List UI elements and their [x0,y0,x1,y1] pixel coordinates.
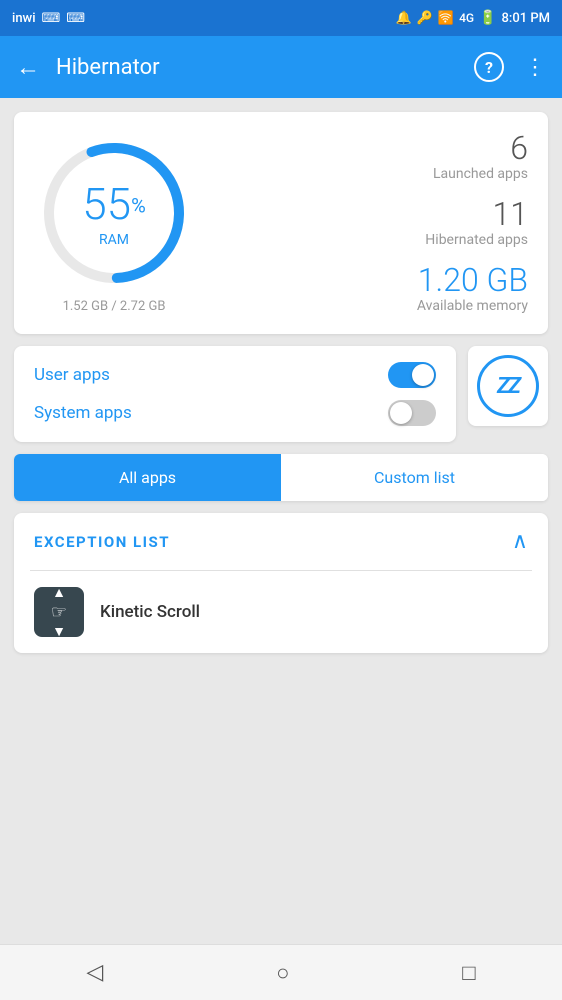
signal-label: 4G [459,11,474,25]
available-memory-value: 1.20 GB [417,264,528,296]
carrier-label: inwi [12,11,36,26]
exception-title: Exception List [34,533,170,551]
main-content: 55% RAM 1.52 GB / 2.72 GB 6 Launched app… [0,98,562,944]
kinetic-scroll-item: ▲ ☞ ▼ Kinetic Scroll [14,571,548,653]
back-button[interactable]: ← [16,53,40,82]
available-memory-label: Available memory [417,298,528,314]
system-apps-label: System apps [34,403,132,423]
circle-center: 55% RAM [82,178,145,248]
wifi-icon: 🛜 [438,11,454,26]
launched-count: 6 [433,132,528,164]
status-bar: inwi ⌨ ⌨ 🔔 🔑 🛜 4G 🔋 8:01 PM [0,0,562,36]
kinetic-scroll-label: Kinetic Scroll [100,602,200,622]
app-bar-actions: ? ⋮ [474,52,546,82]
all-apps-tab[interactable]: All apps [14,454,281,501]
sleep-icon: ZZ [477,355,539,417]
toggle-card: User apps System apps [14,346,456,442]
app-bar: ← Hibernator ? ⋮ [0,36,562,98]
user-apps-toggle[interactable] [388,362,436,388]
system-apps-toggle[interactable] [388,400,436,426]
exception-card: Exception List ∧ ▲ ☞ ▼ Kinetic Scroll [14,513,548,653]
tab-bar: All apps Custom list [14,454,548,501]
custom-list-tab[interactable]: Custom list [281,454,548,501]
stats-card: 55% RAM 1.52 GB / 2.72 GB 6 Launched app… [14,112,548,334]
alarm-icon: 🔔 [396,11,412,26]
usb-icon-2: ⌨ [66,11,85,26]
back-nav-button[interactable]: ◁ [56,950,133,995]
sleep-button[interactable]: ZZ [468,346,548,426]
exception-chevron-icon[interactable]: ∧ [512,529,528,554]
help-button[interactable]: ? [474,52,504,82]
more-button[interactable]: ⋮ [524,55,546,80]
recent-nav-button[interactable]: □ [432,950,505,996]
launched-label: Launched apps [433,166,528,182]
time-label: 8:01 PM [502,11,551,26]
bottom-nav: ◁ ○ □ [0,944,562,1000]
kinetic-scroll-icon: ▲ ☞ ▼ [34,587,84,637]
key-icon: 🔑 [417,11,433,26]
hibernated-count: 11 [425,198,528,230]
percent-value: 55% [82,178,145,230]
status-right: 🔔 🔑 🛜 4G 🔋 8:01 PM [396,10,551,26]
hibernated-apps-stat: 11 Hibernated apps [425,198,528,248]
user-apps-toggle-item: User apps [34,362,436,388]
home-nav-button[interactable]: ○ [246,950,319,996]
system-apps-toggle-item: System apps [34,400,436,426]
ram-circle: 55% RAM [34,133,194,293]
user-apps-label: User apps [34,365,110,385]
status-left: inwi ⌨ ⌨ [12,11,85,26]
available-memory-stat: 1.20 GB Available memory [417,264,528,314]
exception-header: Exception List ∧ [14,513,548,570]
hibernated-label: Hibernated apps [425,232,528,248]
battery-icon: 🔋 [479,10,496,26]
app-title: Hibernator [56,55,474,80]
ram-label: RAM [82,232,145,248]
usb-icon: ⌨ [42,11,61,26]
toggle-row: User apps System apps ZZ [14,346,548,442]
launched-apps-stat: 6 Launched apps [433,132,528,182]
stats-right: 6 Launched apps 11 Hibernated apps 1.20 … [214,132,528,314]
